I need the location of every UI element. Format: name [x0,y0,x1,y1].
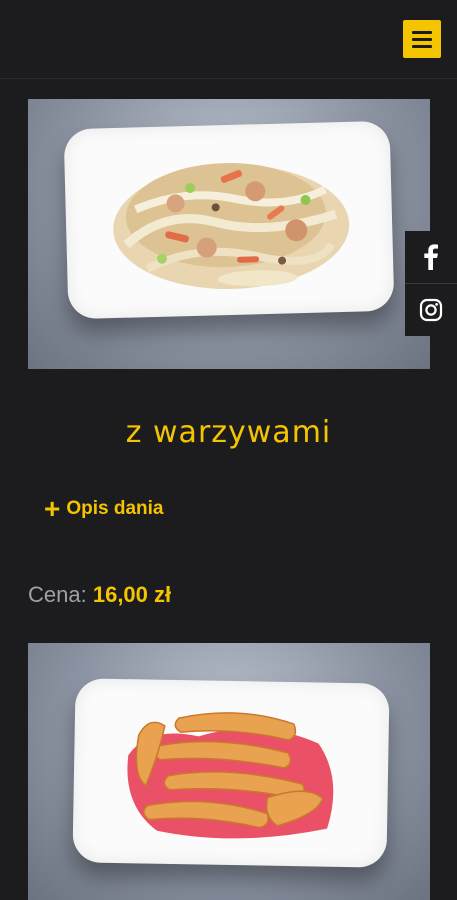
facebook-link[interactable] [405,231,457,284]
instagram-icon [419,298,443,322]
plate-2 [72,678,390,868]
description-toggle-label: Opis dania [66,498,164,519]
plate [63,120,395,320]
top-bar [0,0,457,79]
price-label: Cena: [28,582,87,607]
description-toggle[interactable]: + Opis dania [44,493,164,524]
price: Cena: 16,00 zł [28,582,171,608]
instagram-link[interactable] [405,284,457,336]
stir-fry-food-image [113,163,350,290]
facebook-icon [424,244,438,270]
dish-title: z warzywami [125,415,332,450]
dish-photo-2 [28,643,430,900]
plus-icon: + [44,493,61,524]
menu-button[interactable] [403,20,441,58]
dish-photo [28,99,430,369]
price-value: 16,00 zł [92,582,172,607]
fried-chicken-food-image [127,712,334,839]
hamburger-menu-icon [412,31,432,34]
